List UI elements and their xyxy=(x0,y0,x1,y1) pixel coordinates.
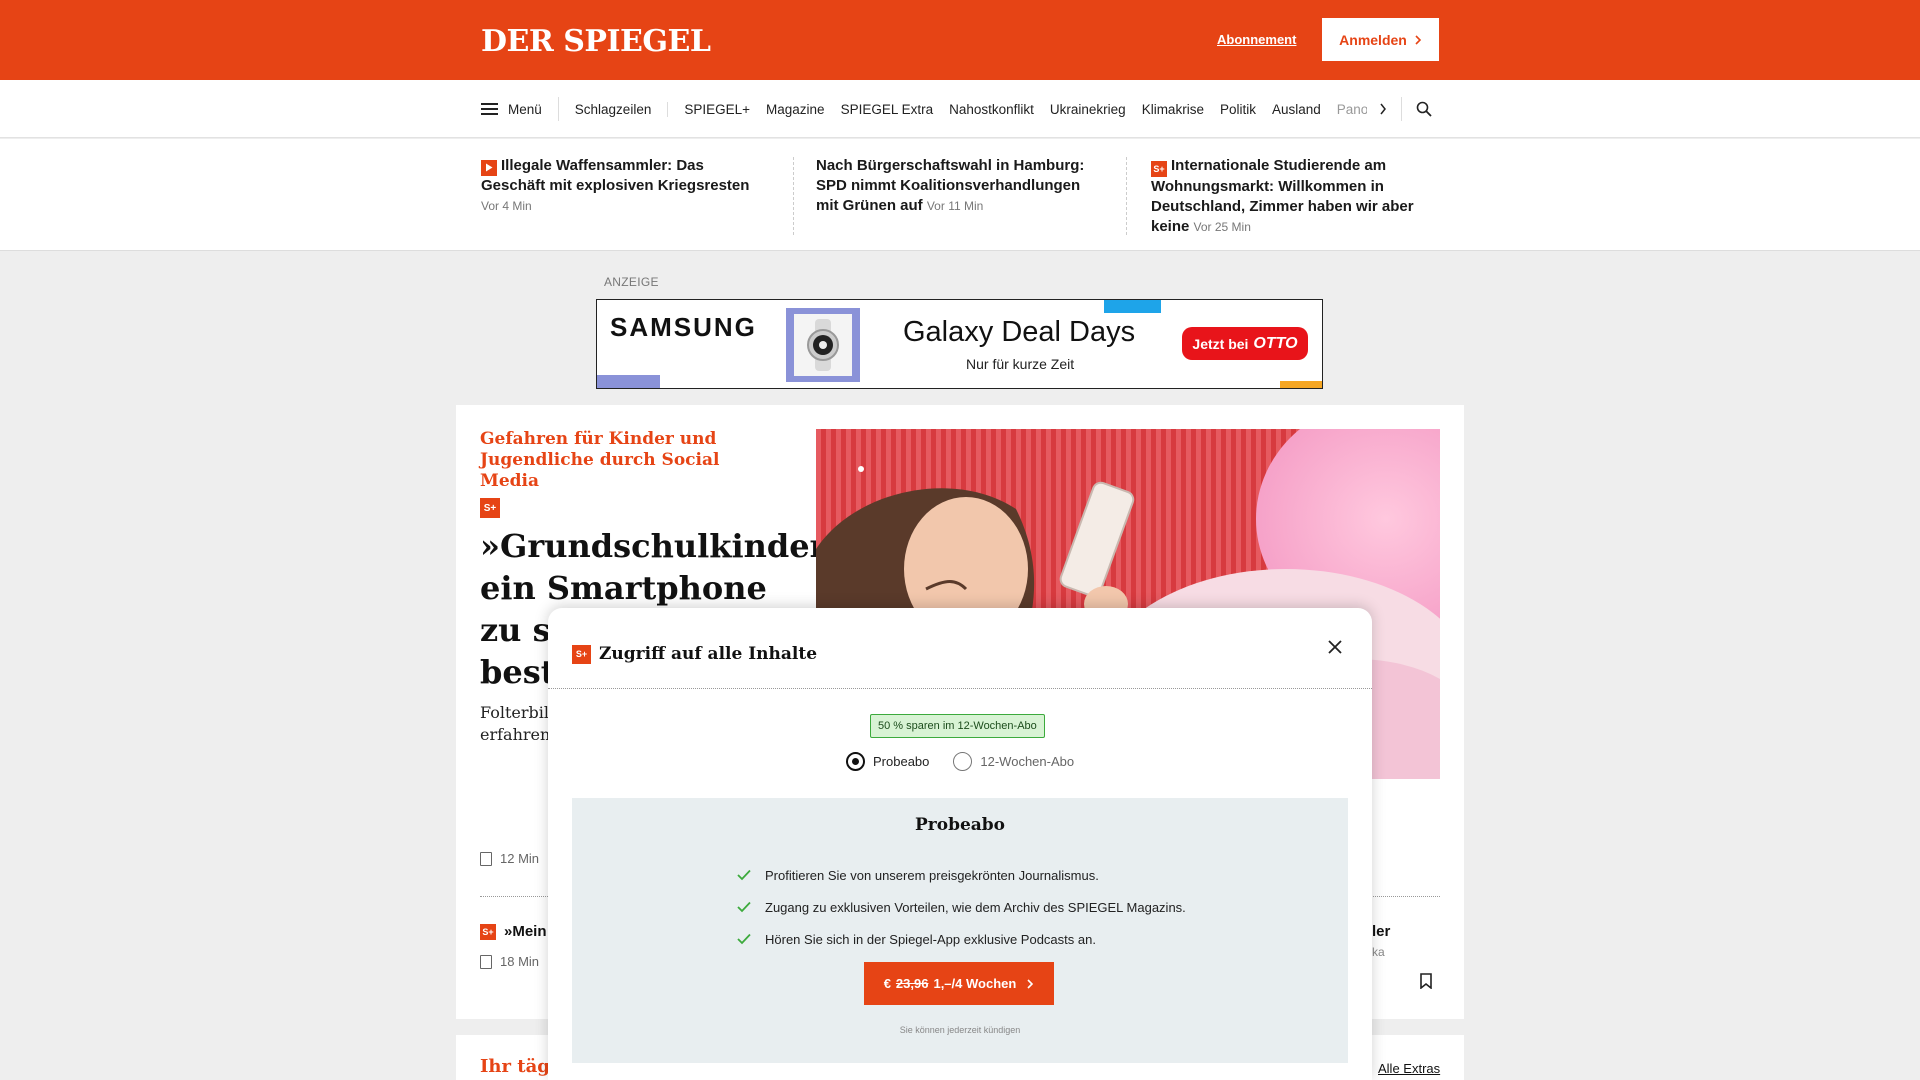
related-headline-right[interactable]: ler xyxy=(1372,923,1390,940)
ticker-time: Vor 25 Min xyxy=(1193,220,1251,234)
nav-item-politik[interactable]: Politik xyxy=(1212,102,1264,117)
list-item: Zugang zu exklusiven Vorteilen, wie dem … xyxy=(737,891,1186,923)
radio-button[interactable] xyxy=(953,752,973,771)
list-item: Hören Sie sich in der Spiegel-App exklus… xyxy=(737,923,1186,955)
play-icon xyxy=(481,159,497,176)
ticker-item[interactable]: Illegale Waffensammler: Das Geschäft mit… xyxy=(481,156,771,216)
login-label: Anmelden xyxy=(1339,31,1407,48)
article-kicker[interactable]: Gefahren für Kinder und Jugendliche durc… xyxy=(480,429,780,492)
abonnement-link[interactable]: Abonnement xyxy=(1217,32,1296,47)
check-icon xyxy=(737,901,751,913)
plan-option-probeabo[interactable]: Probeabo xyxy=(846,752,929,771)
smartwatch-image xyxy=(786,308,860,382)
read-time: 12 Min xyxy=(500,851,540,866)
ad-decoration xyxy=(597,375,660,388)
nav-scroll-button[interactable] xyxy=(1379,97,1402,121)
ad-cta-prefix: Jetzt bei xyxy=(1192,335,1249,352)
spiegel-plus-badge: S+ xyxy=(572,644,591,664)
ticker-divider xyxy=(793,157,794,235)
benefit-text: Hören Sie sich in der Spiegel-App exklus… xyxy=(765,931,1096,947)
nav-item-magazine[interactable]: Magazine xyxy=(758,102,833,117)
related-article-link[interactable]: S+ »Mein xyxy=(480,923,547,940)
login-button[interactable]: Anmelden xyxy=(1322,18,1439,61)
cancel-note: Sie können jederzeit kündigen xyxy=(899,1025,1021,1035)
ticker-time: Vor 4 Min xyxy=(481,199,532,213)
ad-cta-button[interactable]: Jetzt bei OTTO xyxy=(1182,327,1308,360)
cta-price: 1,–/4 Wochen xyxy=(933,976,1017,991)
check-icon xyxy=(737,869,751,881)
hamburger-icon xyxy=(481,103,498,115)
ad-decoration xyxy=(1280,381,1322,388)
ad-label: ANZEIGE xyxy=(604,275,659,289)
ad-title: Galaxy Deal Days xyxy=(903,316,1136,348)
chevron-right-icon xyxy=(1415,34,1421,45)
plan-option-12-wochen[interactable]: 12-Wochen-Abo xyxy=(953,752,1074,771)
close-icon xyxy=(1328,640,1342,654)
offer-title: Probeabo xyxy=(914,815,1006,835)
ticker-title: Internationale Studierende am Wohnungsma… xyxy=(1151,157,1414,235)
site-header: DER SPIEGEL Abonnement Anmelden xyxy=(0,0,1920,80)
nav-item-spiegel-extra[interactable]: SPIEGEL Extra xyxy=(833,102,942,117)
article-icon xyxy=(480,851,492,866)
ticker-time: Vor 11 Min xyxy=(926,199,984,213)
bookmark-icon xyxy=(1420,973,1432,990)
related-read-time: 18 Min xyxy=(500,954,540,969)
list-item: Profitieren Sie von unserem preisgekrönt… xyxy=(737,859,1186,891)
close-button[interactable] xyxy=(1323,635,1347,659)
search-button[interactable] xyxy=(1416,101,1432,117)
chevron-right-icon xyxy=(1027,978,1034,989)
modal-title: Zugriff auf alle Inhalte xyxy=(599,644,818,664)
ticker-item[interactable]: S+ Internationale Studierende am Wohnungs… xyxy=(1151,156,1441,237)
related-meta: 18 Min xyxy=(480,954,539,969)
article-icon xyxy=(480,954,492,969)
cta-currency: € xyxy=(883,976,891,991)
nav-item-klimakrise[interactable]: Klimakrise xyxy=(1134,102,1212,117)
nav-item-nahostkonflikt[interactable]: Nahostkonflikt xyxy=(941,102,1042,117)
article-meta: 12 Min xyxy=(480,851,539,866)
related-author-right: ka xyxy=(1372,945,1385,959)
nav-item-ukrainekrieg[interactable]: Ukrainekrieg xyxy=(1042,102,1134,117)
ad-subtitle: Nur für kurze Zeit xyxy=(966,356,1075,372)
nav-item-spiegel-plus[interactable]: SPIEGEL+ xyxy=(676,102,758,117)
nav-item-schlagzeilen[interactable]: Schlagzeilen xyxy=(559,101,669,117)
plan-label: Probeabo xyxy=(873,754,930,769)
subscription-modal: S+ Zugriff auf alle Inhalte 50 % sparen … xyxy=(548,608,1372,1080)
related-headline: »Mein xyxy=(504,923,547,940)
menu-button[interactable]: Menü xyxy=(481,97,559,121)
ad-brand-logo: SAMSUNG xyxy=(610,312,757,342)
main-nav: Menü Schlagzeilen SPIEGEL+ Magazine SPIE… xyxy=(0,80,1920,138)
plan-label: 12-Wochen-Abo xyxy=(980,754,1075,769)
savings-badge: 50 % sparen im 12-Wochen-Abo xyxy=(870,714,1045,738)
modal-header: S+ Zugriff auf alle Inhalte xyxy=(572,644,817,664)
spiegel-plus-badge: S+ xyxy=(1151,161,1167,177)
ticker-title: Illegale Waffensammler: Das Geschäft mit… xyxy=(481,157,750,194)
spiegel-logo[interactable]: DER SPIEGEL xyxy=(481,24,711,59)
ticker-divider xyxy=(1126,157,1127,235)
menu-label: Menü xyxy=(508,101,542,117)
search-icon xyxy=(1416,101,1432,117)
all-extras-link[interactable]: Alle Extras xyxy=(1378,1061,1440,1076)
ticker-item[interactable]: Nach Bürgerschaftswahl in Hamburg: SPD n… xyxy=(816,156,1106,216)
divider xyxy=(548,688,1372,689)
samsung-ad-banner[interactable]: SAMSUNG Galaxy Deal Days Nur für kurze Z… xyxy=(596,299,1323,389)
spiegel-plus-badge: S+ xyxy=(480,498,500,518)
check-icon xyxy=(737,933,751,945)
offer-box: Probeabo Profitieren Sie von unserem pre… xyxy=(572,798,1348,1063)
spiegel-plus-badge: S+ xyxy=(480,923,496,940)
bookmark-button[interactable] xyxy=(1420,973,1432,994)
cta-old-price: 23,96 xyxy=(895,976,929,991)
plan-selector: Probeabo 12-Wochen-Abo xyxy=(846,752,1074,771)
otto-logo: OTTO xyxy=(1253,334,1298,352)
chevron-right-icon xyxy=(1380,103,1386,115)
benefit-list: Profitieren Sie von unserem preisgekrönt… xyxy=(737,859,1186,955)
radio-button-selected[interactable] xyxy=(846,752,865,771)
ad-decoration xyxy=(1104,300,1161,313)
news-ticker: Illegale Waffensammler: Das Geschäft mit… xyxy=(0,139,1920,251)
nav-item-panorama[interactable]: Panorama xyxy=(1329,102,1367,117)
benefit-text: Zugang zu exklusiven Vorteilen, wie dem … xyxy=(765,899,1186,915)
subscribe-button[interactable]: € 23,96 1,–/4 Wochen xyxy=(864,962,1054,1005)
nav-item-ausland[interactable]: Ausland xyxy=(1264,102,1329,117)
benefit-text: Profitieren Sie von unserem preisgekrönt… xyxy=(765,867,1099,883)
